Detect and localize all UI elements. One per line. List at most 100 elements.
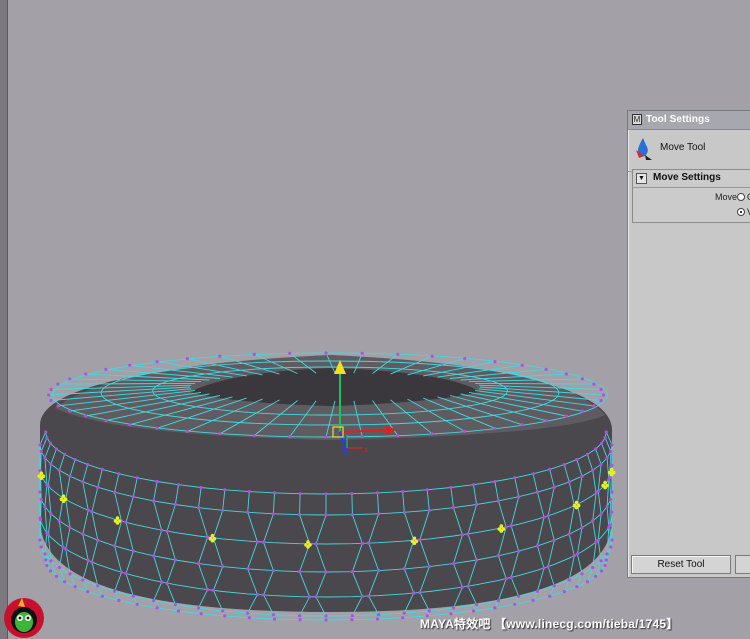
mesh-vertex	[596, 489, 600, 493]
mesh-vertex	[350, 570, 354, 574]
mesh-vertex	[84, 372, 88, 376]
mesh-vertex	[73, 458, 77, 462]
mesh-vertex	[567, 578, 571, 582]
mesh-vertex	[548, 467, 552, 471]
mesh-vertex	[68, 377, 72, 381]
mesh-vertex	[185, 357, 189, 361]
mesh-vertex	[604, 430, 608, 434]
mesh-vertex	[117, 472, 121, 476]
mesh-vertex	[221, 609, 225, 613]
selected-vertex	[603, 485, 607, 490]
mesh-vertex	[575, 552, 580, 556]
tool-help-button[interactable]	[735, 555, 750, 574]
mesh-vertex	[466, 584, 470, 588]
mesh-vertex	[360, 351, 364, 355]
tool-settings-titlebar[interactable]: M Tool Settings	[628, 111, 750, 130]
mesh-vertex	[165, 581, 169, 585]
mesh-vertex	[599, 559, 603, 563]
mesh-vertex	[38, 538, 42, 542]
mesh-vertex	[324, 570, 328, 574]
mesh-vertex	[196, 562, 201, 566]
mesh-vertex	[44, 430, 48, 434]
mesh-vertex	[152, 499, 156, 503]
mesh-vertex	[73, 585, 77, 589]
mesh-vertex	[367, 541, 371, 545]
mesh-vertex	[68, 526, 72, 530]
mesh-vertex	[46, 484, 50, 488]
mesh-vertex	[218, 354, 222, 358]
mesh-vertex	[466, 532, 470, 536]
collapse-arrow-icon[interactable]: ▼	[636, 173, 647, 184]
mesh-vertex	[196, 606, 201, 610]
selected-vertex	[39, 476, 44, 481]
mesh-vertex	[45, 436, 49, 440]
mesh-vertex	[54, 447, 59, 451]
mesh-vertex	[247, 616, 251, 620]
selected-vertex	[609, 472, 614, 477]
mesh-vertex	[272, 617, 277, 621]
mesh-vertex	[360, 594, 364, 598]
mesh-vertex	[531, 598, 535, 603]
mesh-vertex	[605, 505, 609, 509]
tool-settings-title: Tool Settings	[646, 114, 710, 125]
mesh-vertex	[604, 558, 608, 562]
mesh-vertex	[252, 434, 256, 438]
mesh-vertex	[271, 512, 275, 516]
mesh-vertex	[298, 513, 302, 517]
mesh-vertex	[599, 512, 603, 516]
mesh-vertex	[39, 497, 43, 501]
mascot-logo-icon	[4, 598, 44, 638]
mesh-vertex	[160, 580, 164, 584]
mesh-vertex	[575, 585, 579, 589]
selected-vertex	[210, 533, 215, 538]
mesh-vertex	[572, 554, 576, 558]
mesh-vertex	[68, 474, 72, 478]
mesh-vertex	[176, 609, 181, 613]
move-option-radio-0[interactable]	[737, 193, 745, 201]
mesh-vertex	[596, 538, 600, 542]
mesh-vertex	[562, 590, 566, 594]
mesh-vertex	[427, 565, 431, 569]
mesh-vertex	[38, 443, 42, 447]
mesh-vertex	[221, 565, 225, 569]
mesh-vertex	[298, 492, 302, 496]
mesh-vertex	[513, 476, 517, 480]
mesh-vertex	[86, 463, 90, 467]
mesh-vertex	[430, 354, 434, 358]
mesh-vertex	[298, 618, 302, 622]
mesh-vertex	[308, 595, 312, 599]
mesh-vertex	[255, 593, 259, 597]
mesh-vertex	[401, 616, 405, 620]
mesh-vertex	[246, 611, 250, 615]
mesh-vertex	[609, 497, 613, 501]
mesh-vertex	[493, 360, 497, 364]
mesh-vertex	[247, 490, 251, 494]
mesh-vertex	[298, 614, 302, 618]
selected-vertex	[574, 500, 579, 505]
mesh-vertex	[471, 483, 476, 487]
mesh-vertex	[68, 409, 72, 413]
mesh-vertex	[246, 567, 250, 571]
mesh-vertex	[402, 510, 406, 514]
mesh-vertex	[517, 594, 521, 598]
mesh-vertex	[49, 462, 53, 466]
mesh-vertex	[288, 435, 292, 439]
mesh-vertex	[81, 532, 85, 536]
mesh-vertex	[49, 512, 53, 516]
mesh-vertex	[599, 441, 604, 445]
mesh-vertex	[350, 614, 354, 618]
mesh-vertex	[608, 476, 612, 480]
mesh-vertex	[580, 377, 584, 381]
mesh-vertex	[605, 552, 609, 556]
mesh-vertex	[113, 544, 117, 548]
mesh-vertex	[221, 508, 225, 512]
reset-tool-button[interactable]: Reset Tool	[631, 555, 731, 574]
mesh-vertex	[609, 545, 613, 549]
mesh-vertex	[128, 423, 132, 427]
mesh-vertex	[324, 492, 328, 496]
move-option-radio-1[interactable]	[737, 208, 745, 216]
tool-settings-window[interactable]: M Tool Settings Move Tool ▼ Move Setting…	[627, 110, 750, 578]
mesh-vertex	[599, 462, 603, 466]
mesh-vertex	[298, 570, 302, 574]
mesh-vertex	[567, 532, 571, 536]
